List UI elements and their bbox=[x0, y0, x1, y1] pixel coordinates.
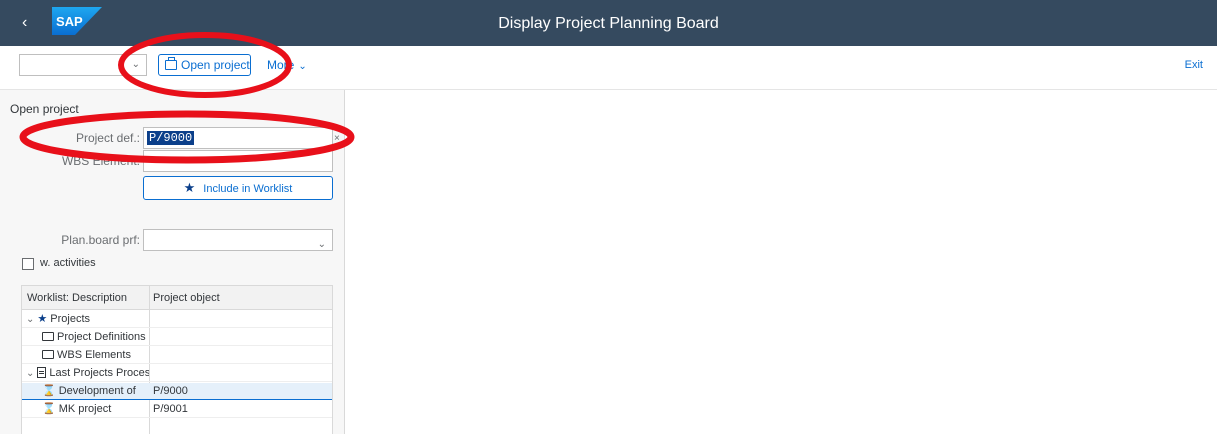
wbs-element-label: WBS Element: bbox=[61, 154, 140, 168]
document-icon bbox=[37, 367, 47, 378]
star-icon: ★ bbox=[37, 313, 48, 325]
tree-row-project-definitions[interactable]: Project Definitions bbox=[22, 329, 332, 346]
with-activities-label: w. activities bbox=[40, 257, 96, 269]
chevron-down-icon[interactable]: ⌄ bbox=[26, 314, 34, 325]
wbs-element-input[interactable] bbox=[143, 150, 333, 172]
row-description: Project Definitions bbox=[57, 331, 146, 343]
tree-row-development[interactable]: ⌛ Development of P/9000 bbox=[22, 383, 332, 400]
chevron-down-icon: ⌄ bbox=[298, 61, 307, 72]
chevron-down-icon[interactable]: ⌄ bbox=[318, 235, 326, 255]
row-object: P/9001 bbox=[153, 403, 188, 415]
column-header-project-object[interactable]: Project object bbox=[153, 292, 220, 304]
open-project-panel: Open project Project def.: P/9000 × WBS … bbox=[0, 90, 345, 434]
more-menu-button[interactable]: More ⌄ bbox=[267, 58, 307, 72]
folder-icon bbox=[42, 350, 54, 359]
value-help-icon[interactable]: × bbox=[334, 133, 340, 144]
row-object: P/9000 bbox=[153, 385, 188, 397]
project-def-label: Project def.: bbox=[75, 131, 140, 145]
chevron-down-icon[interactable]: ⌄ bbox=[132, 59, 140, 70]
tree-row-wbs-elements[interactable]: WBS Elements bbox=[22, 347, 332, 364]
include-worklist-label: Include in Worklist bbox=[203, 183, 293, 195]
more-label: More bbox=[267, 58, 295, 72]
plan-board-profile-label: Plan.board prf: bbox=[61, 233, 140, 247]
row-description: MK project bbox=[58, 403, 112, 415]
plan-board-profile-select[interactable]: ⌄ bbox=[143, 229, 333, 251]
tree-row-projects[interactable]: ⌄ ★ Projects bbox=[22, 311, 332, 328]
open-project-button[interactable]: Open project bbox=[158, 54, 251, 76]
worklist-tree-table: Worklist: Description Project object ⌄ ★ P… bbox=[21, 285, 333, 434]
shell-bar: ‹ SAP Display Project Planning Board bbox=[0, 0, 1217, 46]
folder-open-icon bbox=[165, 57, 177, 70]
with-activities-checkbox[interactable] bbox=[22, 258, 34, 270]
folder-icon bbox=[42, 332, 54, 341]
project-def-input[interactable]: P/9000 bbox=[143, 127, 333, 149]
column-header-description[interactable]: Worklist: Description bbox=[27, 292, 127, 304]
row-description: WBS Elements bbox=[57, 349, 131, 361]
row-description: Last Projects Processed bbox=[49, 367, 149, 379]
worklist-header: Worklist: Description Project object bbox=[22, 286, 332, 310]
open-project-label: Open project bbox=[181, 58, 250, 72]
chevron-down-icon[interactable]: ⌄ bbox=[26, 368, 34, 379]
app-title: Display Project Planning Board bbox=[498, 15, 719, 32]
project-icon: ⌛ bbox=[42, 403, 56, 415]
star-icon: ★ bbox=[183, 180, 196, 195]
row-description: Projects bbox=[50, 313, 91, 325]
group-title: Open project bbox=[10, 102, 79, 116]
project-def-value: P/9000 bbox=[147, 131, 195, 145]
variant-combo[interactable]: ⌄ bbox=[19, 54, 147, 76]
tree-row-mk-project[interactable]: ⌛ MK project P/9001 bbox=[22, 401, 332, 418]
project-icon: ⌛ bbox=[42, 385, 56, 397]
tree-row-last-projects[interactable]: ⌄ Last Projects Processed bbox=[22, 365, 332, 382]
toolbar: ⌄ Open project More ⌄ Exit bbox=[0, 46, 1217, 90]
exit-button[interactable]: Exit bbox=[1185, 59, 1203, 71]
include-in-worklist-button[interactable]: ★ Include in Worklist bbox=[143, 176, 333, 200]
row-description: Development of bbox=[58, 385, 136, 397]
